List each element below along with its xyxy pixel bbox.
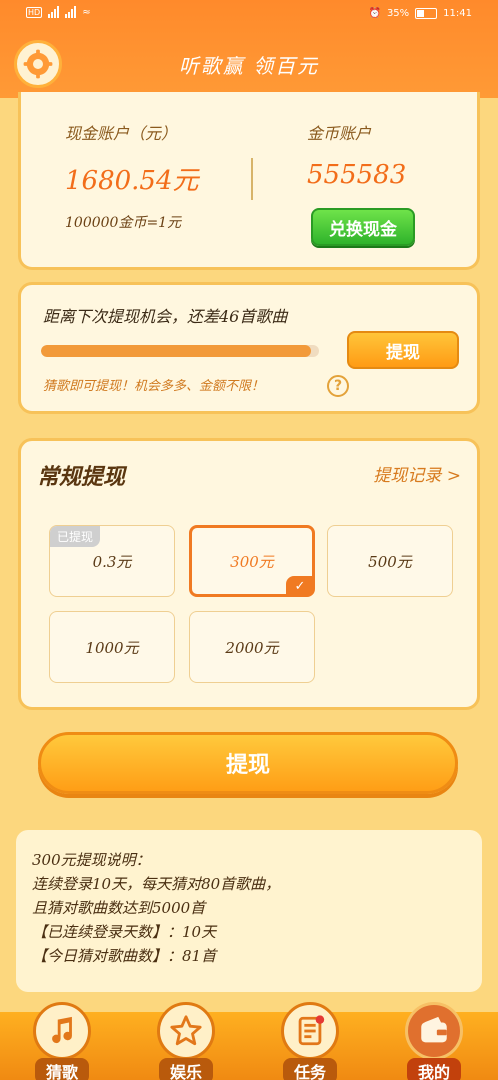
star-icon [170, 1015, 202, 1046]
nav-item-guess-song[interactable]: 猜歌 [30, 1002, 94, 1080]
withdrawn-badge: 已提现 [50, 526, 101, 547]
nav-label: 娱乐 [159, 1058, 213, 1080]
nav-item-entertainment[interactable]: 娱乐 [154, 1002, 218, 1080]
amount-option[interactable]: 2000元 [189, 611, 315, 683]
amount-option[interactable]: 300元 ✓ [189, 525, 315, 597]
exchange-rate: 100000金币=1元 [65, 215, 182, 231]
clock-time: 11:41 [443, 8, 472, 19]
progress-bar [41, 345, 319, 357]
help-icon[interactable]: ? [327, 375, 349, 397]
regular-withdraw-card: 常规提现 提现记录 > 已提现 0.3元 300元 ✓ 500元 1000元 2… [18, 438, 480, 710]
info-line: 且猜对歌曲数达到5000首 [32, 899, 206, 917]
amount-option[interactable]: 500元 [327, 525, 453, 597]
nav-label: 猜歌 [35, 1058, 89, 1080]
divider [251, 158, 253, 200]
page-title: 听歌赢 领百元 [178, 54, 320, 78]
withdraw-button[interactable]: 提现 [38, 732, 458, 794]
next-withdraw-message: 距离下次提现机会，还差46首歌曲 [43, 307, 288, 326]
amount-option[interactable]: 已提现 0.3元 [49, 525, 175, 597]
header-bar: HD ≈ ⏰ 35% 11:41 听歌赢 领百元 [0, 0, 498, 98]
coin-account-label: 金币账户 [307, 124, 372, 143]
amount-label: 0.3元 [92, 552, 132, 571]
info-line: 【已连续登录天数】：10天 [32, 923, 217, 941]
next-withdraw-card: 距离下次提现机会，还差46首歌曲 提现 猜歌即可提现！机会多多、金额不限！ ? [18, 282, 480, 414]
amount-label: 2000元 [225, 638, 279, 657]
signal-icon [65, 6, 77, 18]
amount-label: 300元 [230, 552, 274, 571]
withdraw-small-button[interactable]: 提现 [347, 331, 459, 369]
wallet-icon [421, 1016, 447, 1043]
alarm-icon: ⏰ [368, 8, 381, 19]
nav-item-tasks[interactable]: 任务 [278, 1002, 342, 1080]
withdraw-instructions: 300元提现说明： 连续登录10天，每天猜对80首歌曲， 且猜对歌曲数达到500… [16, 830, 482, 992]
info-line: 【今日猜对歌曲数】：81首 [32, 947, 217, 965]
nav-label: 任务 [283, 1058, 337, 1080]
amount-option[interactable]: 1000元 [49, 611, 175, 683]
battery-percent: 35% [386, 8, 410, 19]
account-card: 现金账户（元） 金币账户 1680.54元 555583 100000金币=1元… [18, 92, 480, 270]
regular-withdraw-heading: 常规提现 [37, 464, 126, 490]
signal-icon [48, 6, 60, 18]
info-line: 300元提现说明： [32, 851, 151, 869]
music-note-icon [52, 1016, 72, 1044]
amount-label: 1000元 [85, 638, 139, 657]
status-bar: HD ≈ ⏰ 35% 11:41 [0, 0, 498, 34]
hd-icon: HD [26, 6, 43, 18]
exchange-cash-button[interactable]: 兑换现金 [311, 208, 415, 246]
progress-fill [41, 345, 311, 357]
check-icon: ✓ [286, 576, 314, 596]
wifi-icon: ≈ [82, 6, 91, 18]
battery-icon [415, 8, 438, 19]
withdraw-tip: 猜歌即可提现！机会多多、金额不限！ [43, 379, 265, 394]
coin-value: 555583 [307, 160, 407, 190]
cash-account-label: 现金账户（元） [65, 124, 178, 143]
withdraw-records-link[interactable]: 提现记录 > [373, 461, 461, 486]
bottom-nav: 猜歌 娱乐 任务 我的 [0, 1002, 498, 1080]
amount-label: 500元 [368, 552, 412, 571]
info-line: 连续登录10天，每天猜对80首歌曲， [32, 875, 281, 893]
cash-value: 1680.54元 [65, 166, 199, 196]
nav-label: 我的 [407, 1058, 461, 1080]
nav-item-mine[interactable]: 我的 [402, 1002, 466, 1080]
task-list-icon [298, 1015, 325, 1046]
